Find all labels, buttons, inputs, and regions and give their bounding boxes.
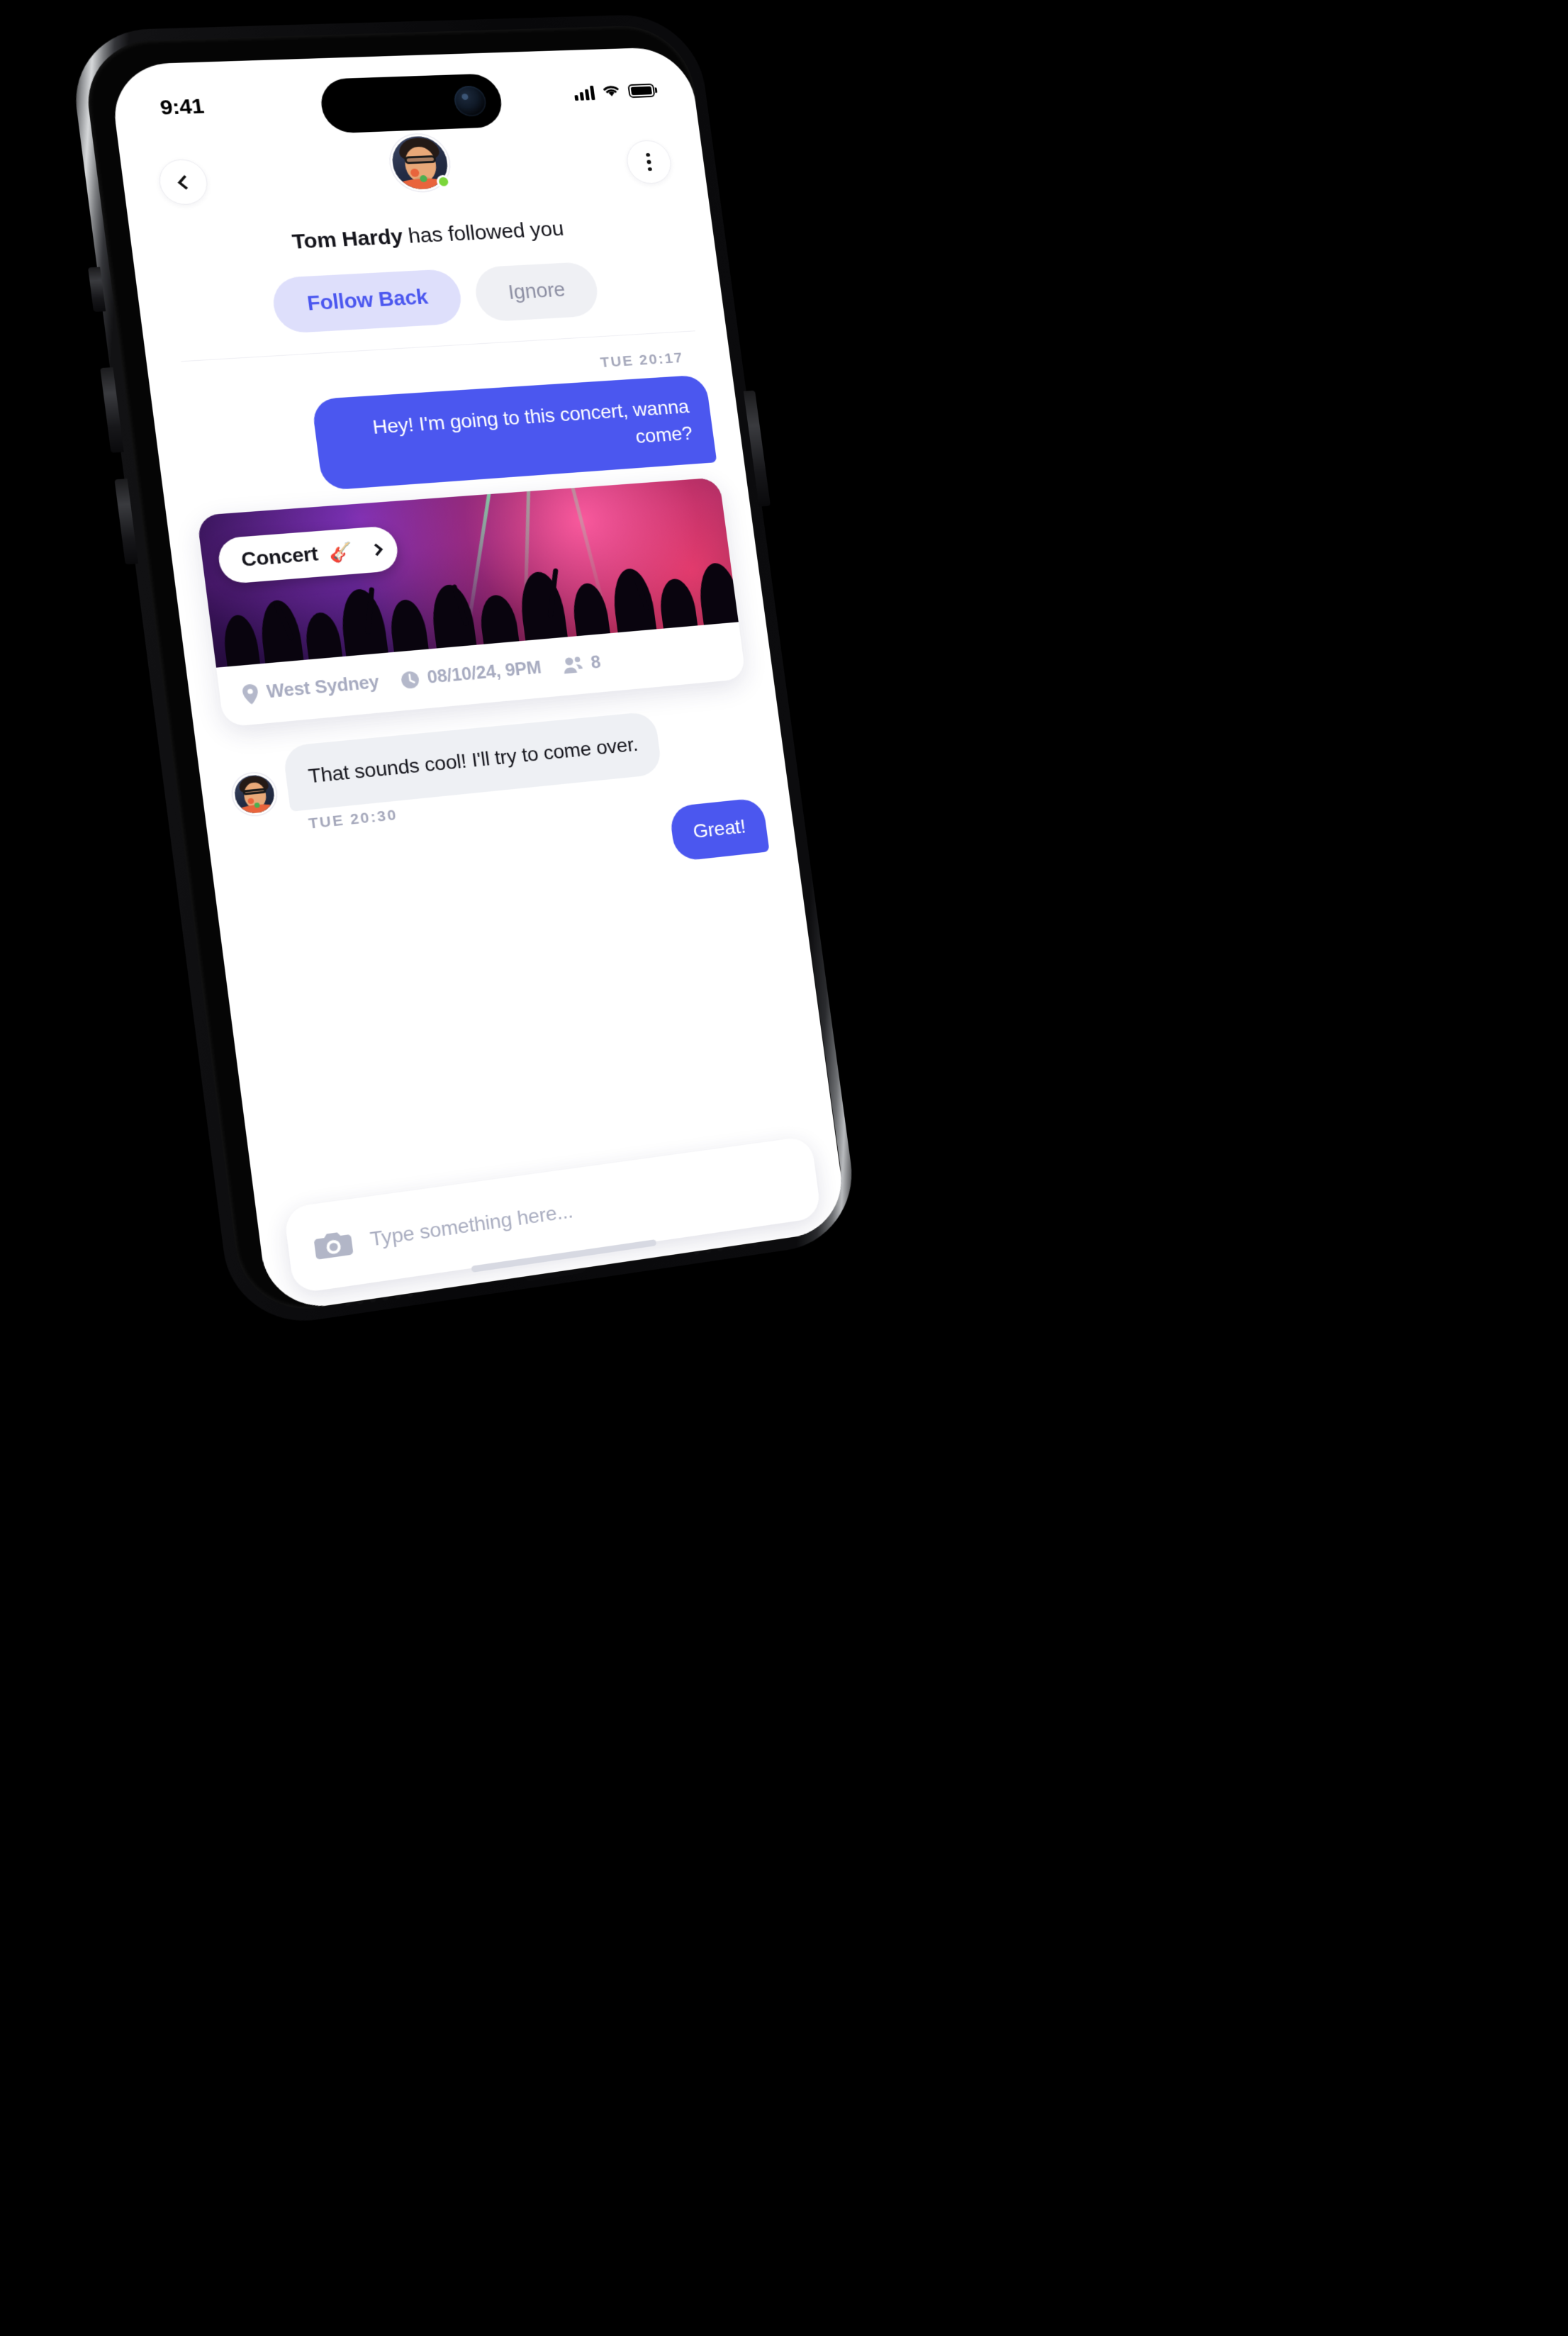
location-pin-icon xyxy=(241,683,260,705)
dynamic-island xyxy=(318,73,505,134)
guitar-icon: 🎸 xyxy=(327,540,354,564)
follower-name: Tom Hardy xyxy=(291,225,405,254)
volume-down-button[interactable] xyxy=(114,479,139,565)
status-icons xyxy=(573,81,656,102)
event-location-label: West Sydney xyxy=(265,672,381,703)
outgoing-message-bubble[interactable]: Hey! I'm going to this concert, wanna co… xyxy=(310,374,717,491)
wifi-icon xyxy=(600,82,622,101)
kebab-menu-icon xyxy=(646,152,652,172)
event-location: West Sydney xyxy=(241,672,381,705)
event-attendees-count: 8 xyxy=(589,652,602,674)
event-card[interactable]: Concert 🎸 West Sydney 08/10/24, 9PM 8 xyxy=(196,477,746,728)
follow-request-suffix: has followed you xyxy=(401,217,566,248)
front-camera-icon xyxy=(452,85,488,117)
camera-icon[interactable] xyxy=(312,1226,354,1264)
phone-screen: 9:41 Tom Hardy has followed you Follow B… xyxy=(108,46,849,1314)
outgoing-message-bubble[interactable]: Great! xyxy=(668,797,770,862)
chevron-left-icon xyxy=(177,174,194,190)
phone-mockup: 9:41 Tom Hardy has followed you Follow B… xyxy=(67,13,861,1332)
cellular-signal-icon xyxy=(573,85,595,101)
event-category-label: Concert xyxy=(240,542,320,571)
scene: 9:41 Tom Hardy has followed you Follow B… xyxy=(0,0,1568,2336)
event-datetime-label: 08/10/24, 9PM xyxy=(426,657,543,688)
event-attendees: 8 xyxy=(561,652,602,676)
back-button[interactable] xyxy=(156,158,211,206)
contact-avatar-wrapper[interactable] xyxy=(386,133,453,193)
message-row: Hey! I'm going to this concert, wanna co… xyxy=(183,374,717,500)
battery-icon xyxy=(627,83,656,99)
more-options-button[interactable] xyxy=(624,139,674,185)
follow-back-button[interactable]: Follow Back xyxy=(270,268,464,335)
clock-icon xyxy=(400,670,421,690)
message-thread[interactable]: TUE 20:17 Hey! I'm going to this concert… xyxy=(147,330,833,1197)
chevron-right-icon xyxy=(369,543,383,557)
volume-up-button[interactable] xyxy=(100,367,124,453)
message-sender-avatar[interactable] xyxy=(230,771,279,817)
mute-switch[interactable] xyxy=(88,267,106,313)
event-datetime: 08/10/24, 9PM xyxy=(399,658,542,691)
chat-screen: Tom Hardy has followed you Follow Back I… xyxy=(117,116,849,1314)
device-body: 9:41 Tom Hardy has followed you Follow B… xyxy=(67,13,861,1332)
avatar-image xyxy=(233,773,276,815)
status-time: 9:41 xyxy=(158,94,206,120)
people-icon xyxy=(561,655,585,675)
ignore-button[interactable]: Ignore xyxy=(472,261,601,323)
message-input-placeholder[interactable]: Type something here... xyxy=(369,1200,574,1251)
device-bezel: 9:41 Tom Hardy has followed you Follow B… xyxy=(80,24,849,1319)
